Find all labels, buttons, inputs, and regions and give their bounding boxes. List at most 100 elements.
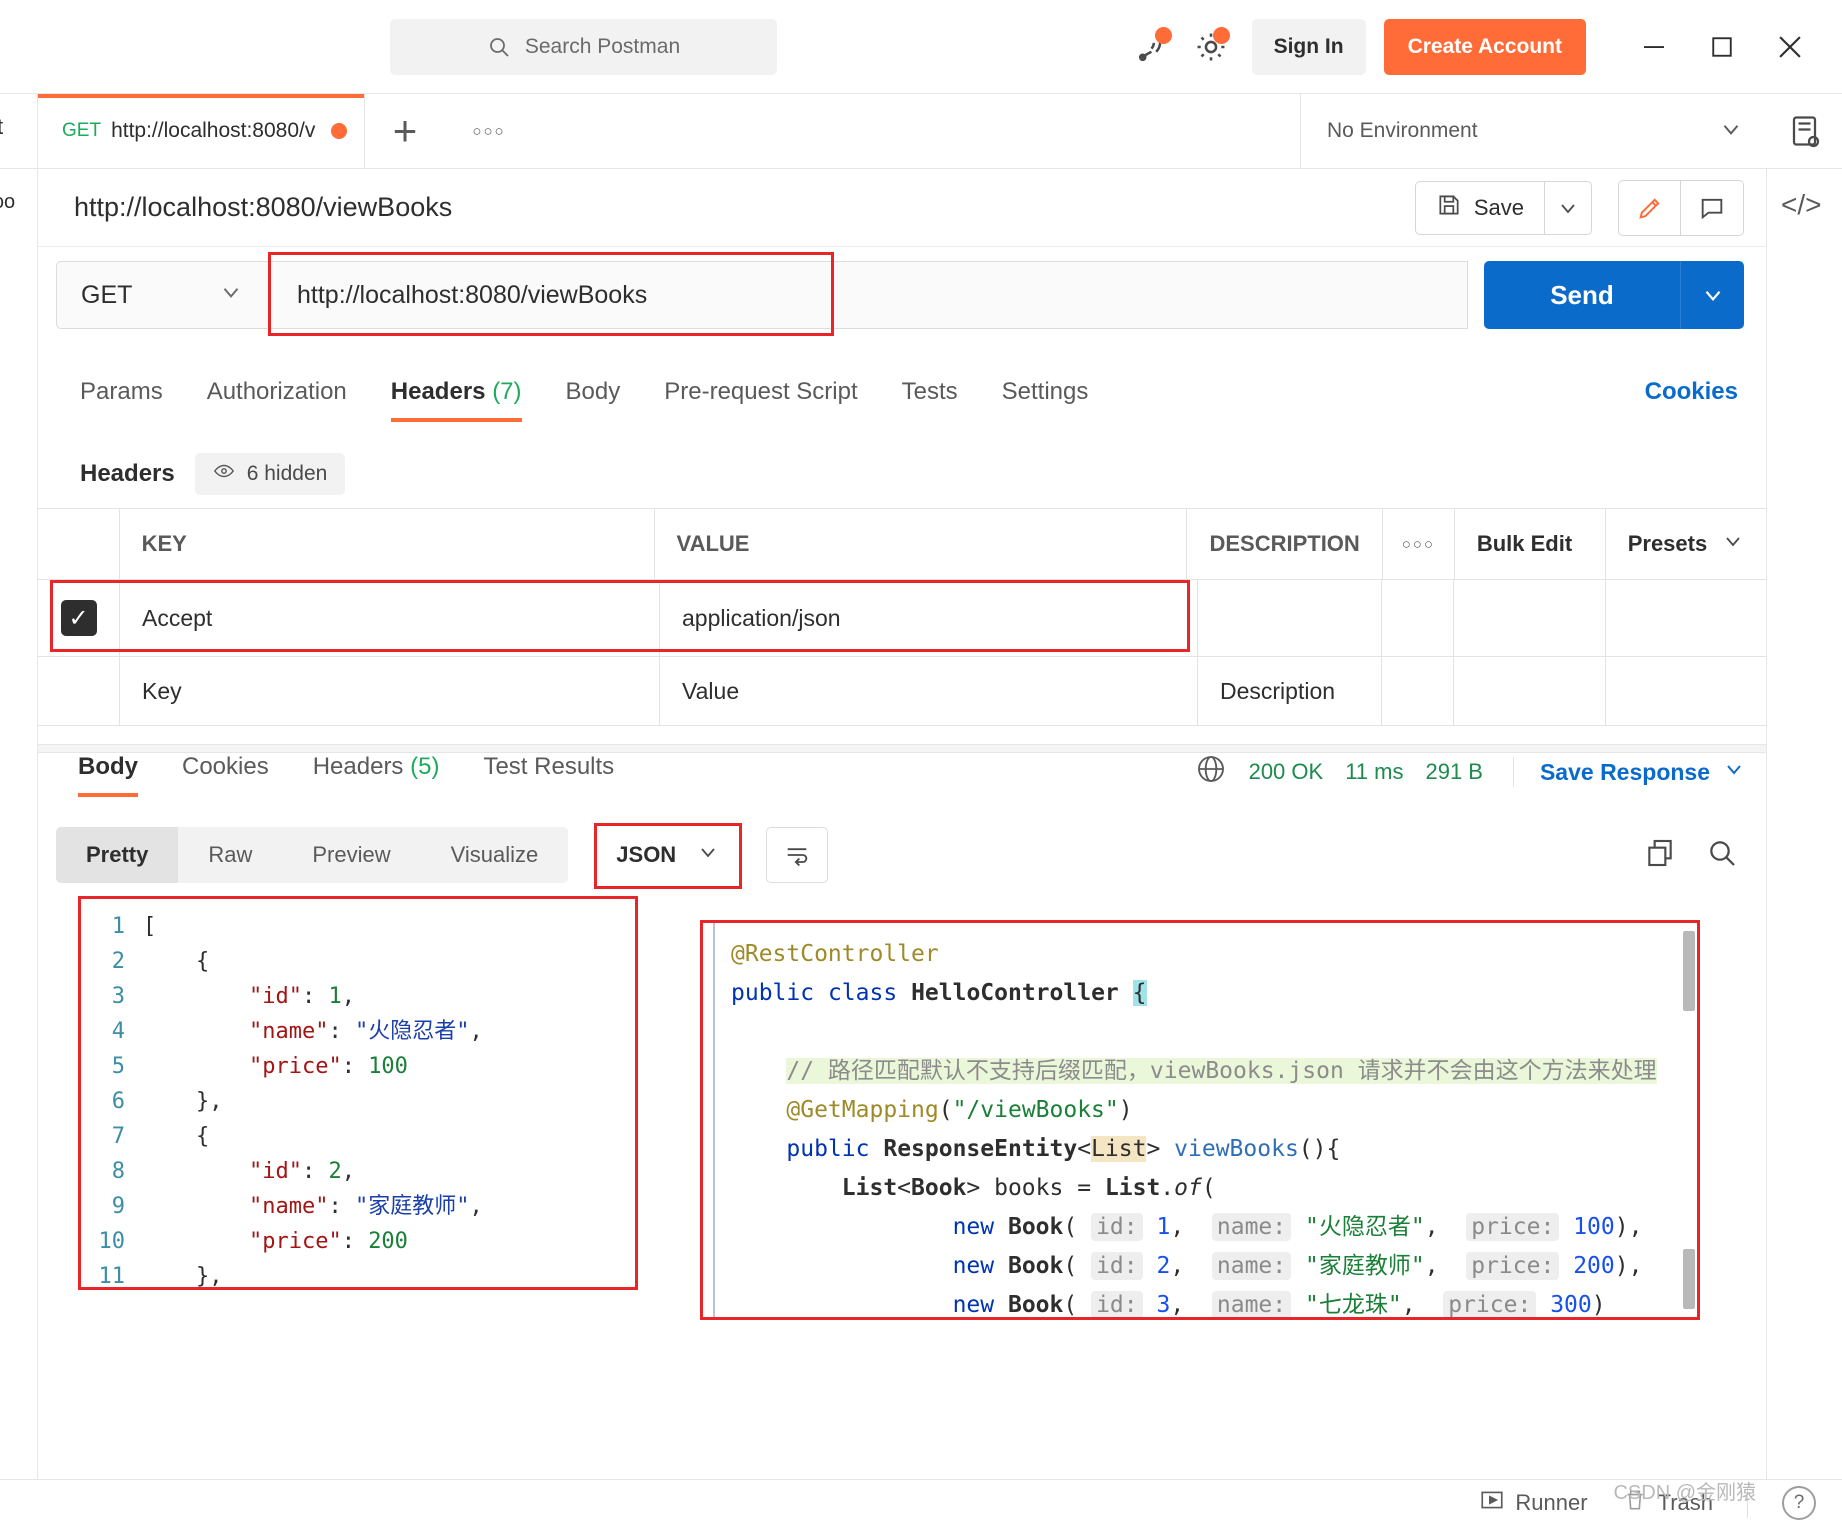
trash-icon bbox=[1622, 1487, 1648, 1519]
tab-headers[interactable]: Headers (7) bbox=[369, 378, 544, 422]
code-line: 11 }, bbox=[81, 1259, 635, 1287]
code-line: 8 "id": 2, bbox=[81, 1154, 635, 1189]
cookies-link[interactable]: Cookies bbox=[1645, 378, 1766, 406]
tab-more-icon[interactable]: ○○○ bbox=[445, 94, 533, 168]
create-account-button[interactable]: Create Account bbox=[1383, 18, 1586, 75]
table-header-row: KEY VALUE DESCRIPTION ○○○ Bulk Edit Pres… bbox=[38, 509, 1766, 580]
new-tab-button[interactable]: + bbox=[365, 94, 445, 168]
row-checkbox[interactable]: ✓ bbox=[38, 580, 120, 656]
http-method-value: GET bbox=[81, 280, 133, 309]
save-response-button[interactable]: Save Response bbox=[1512, 757, 1746, 787]
request-tab[interactable]: GET http://localhost:8080/v bbox=[38, 94, 365, 168]
tab-url-label: http://localhost:8080/v bbox=[111, 119, 316, 142]
response-body-viewer[interactable]: 1[ 2 { 3 "id": 1, 4 "name": "火隐忍者", 5 "p… bbox=[78, 896, 638, 1290]
placeholder-spacer-1 bbox=[1382, 657, 1454, 725]
row-key-cell[interactable]: Accept bbox=[120, 580, 660, 656]
table-row[interactable]: ✓ Accept application/json bbox=[38, 580, 1766, 657]
search-input[interactable]: Search Postman bbox=[390, 18, 777, 75]
line-number: 1 bbox=[111, 914, 125, 939]
tab-authorization[interactable]: Authorization bbox=[185, 378, 369, 422]
send-options-button[interactable] bbox=[1680, 261, 1744, 329]
minimize-button[interactable] bbox=[1620, 17, 1688, 77]
tab-settings[interactable]: Settings bbox=[980, 378, 1111, 422]
response-divider[interactable] bbox=[38, 744, 1766, 753]
comment-button[interactable] bbox=[1681, 181, 1743, 235]
response-language-select[interactable]: JSON bbox=[594, 823, 743, 889]
wrap-lines-button[interactable] bbox=[766, 827, 829, 883]
environment-selector[interactable]: No Environment bbox=[1300, 94, 1770, 168]
save-options-button[interactable] bbox=[1544, 180, 1592, 235]
response-language-value: JSON bbox=[616, 842, 677, 867]
code-snippet-icon[interactable]: </> bbox=[1781, 189, 1821, 221]
request-tabs: Params Authorization Headers (7) Body Pr… bbox=[38, 378, 1766, 440]
satellite-button[interactable] bbox=[1124, 18, 1182, 76]
copy-icon[interactable] bbox=[1644, 837, 1676, 874]
sidebar-collapsed-rail[interactable]: t bbox=[0, 94, 38, 168]
chevron-down-icon bbox=[696, 840, 720, 870]
send-button[interactable]: Send bbox=[1484, 261, 1680, 329]
response-tab-body[interactable]: Body bbox=[56, 753, 160, 797]
tab-params[interactable]: Params bbox=[58, 378, 185, 422]
placeholder-value-cell[interactable]: Value bbox=[660, 657, 1198, 725]
runner-button[interactable]: Runner bbox=[1479, 1487, 1588, 1519]
response-tab-headers[interactable]: Headers (5) bbox=[291, 753, 462, 797]
headers-section-label: Headers bbox=[80, 460, 175, 487]
code-scroll-thumb-lower[interactable] bbox=[1683, 1249, 1695, 1309]
trash-button[interactable]: Trash bbox=[1622, 1487, 1713, 1519]
placeholder-checkbox[interactable] bbox=[38, 657, 120, 725]
url-row: GET http://localhost:8080/viewBooks Send bbox=[38, 247, 1766, 343]
response-tab-test-results[interactable]: Test Results bbox=[461, 753, 636, 797]
bulk-edit-button[interactable]: Bulk Edit bbox=[1455, 509, 1606, 579]
response-tools bbox=[1644, 837, 1766, 874]
play-icon bbox=[1479, 1487, 1505, 1519]
close-button[interactable] bbox=[1756, 17, 1824, 77]
response-status-group: 200 OK 11 ms 291 B Save Response bbox=[1195, 753, 1766, 791]
left-rail[interactable]: ɔo bbox=[0, 169, 38, 1525]
tab-pre-request-script[interactable]: Pre-request Script bbox=[642, 378, 879, 422]
view-pretty[interactable]: Pretty bbox=[56, 827, 179, 883]
search-icon[interactable] bbox=[1706, 837, 1738, 874]
title-actions: Save bbox=[1414, 179, 1744, 236]
tab-tests-label: Tests bbox=[901, 378, 958, 405]
chevron-down-icon bbox=[1721, 529, 1745, 559]
topbar-left-spacer bbox=[0, 0, 390, 94]
environment-name: No Environment bbox=[1327, 119, 1478, 142]
response-tab-cookies[interactable]: Cookies bbox=[160, 753, 291, 797]
gear-badge bbox=[1212, 26, 1230, 44]
save-button[interactable]: Save bbox=[1414, 180, 1544, 235]
topbar-right-group: Sign In Create Account bbox=[1124, 17, 1842, 77]
th-value: VALUE bbox=[655, 509, 1188, 579]
sign-in-button[interactable]: Sign In bbox=[1251, 18, 1366, 75]
response-size: 291 B bbox=[1425, 759, 1483, 784]
row-value-cell[interactable]: application/json bbox=[660, 580, 1198, 656]
row-description-cell[interactable] bbox=[1198, 580, 1382, 656]
tab-tests[interactable]: Tests bbox=[880, 378, 980, 422]
checkbox-checked-icon: ✓ bbox=[60, 600, 97, 636]
table-more-icon[interactable]: ○○○ bbox=[1383, 509, 1455, 579]
help-button[interactable]: ? bbox=[1782, 1485, 1816, 1520]
placeholder-key-cell[interactable]: Key bbox=[120, 657, 660, 725]
placeholder-description-cell[interactable]: Description bbox=[1198, 657, 1382, 725]
edit-pencil-button[interactable] bbox=[1619, 180, 1681, 235]
view-raw[interactable]: Raw bbox=[178, 827, 282, 883]
url-input[interactable]: http://localhost:8080/viewBooks bbox=[268, 252, 1468, 336]
http-method-select[interactable]: GET bbox=[56, 261, 268, 329]
maximize-button[interactable] bbox=[1688, 17, 1756, 77]
tab-settings-label: Settings bbox=[1001, 378, 1089, 405]
view-visualize[interactable]: Visualize bbox=[421, 827, 569, 883]
java-code-overlay[interactable]: @RestController public class HelloContro… bbox=[700, 920, 1700, 1320]
code-scrollbar[interactable] bbox=[1681, 923, 1697, 1317]
view-preview[interactable]: Preview bbox=[282, 827, 420, 883]
code-scroll-thumb[interactable] bbox=[1683, 931, 1695, 1011]
hidden-headers-toggle[interactable]: 6 hidden bbox=[194, 453, 346, 495]
gear-button[interactable] bbox=[1182, 18, 1240, 76]
environment-quick-look-icon[interactable] bbox=[1770, 94, 1842, 168]
placeholder-spacer-2 bbox=[1454, 657, 1606, 725]
th-description: DESCRIPTION bbox=[1187, 509, 1383, 579]
tab-authorization-label: Authorization bbox=[206, 378, 347, 405]
right-rail[interactable]: </> bbox=[1766, 169, 1842, 1525]
presets-button[interactable]: Presets bbox=[1606, 509, 1766, 579]
table-row-placeholder[interactable]: Key Value Description bbox=[38, 657, 1766, 726]
tab-body[interactable]: Body bbox=[544, 378, 643, 422]
headers-table: KEY VALUE DESCRIPTION ○○○ Bulk Edit Pres… bbox=[38, 508, 1766, 726]
